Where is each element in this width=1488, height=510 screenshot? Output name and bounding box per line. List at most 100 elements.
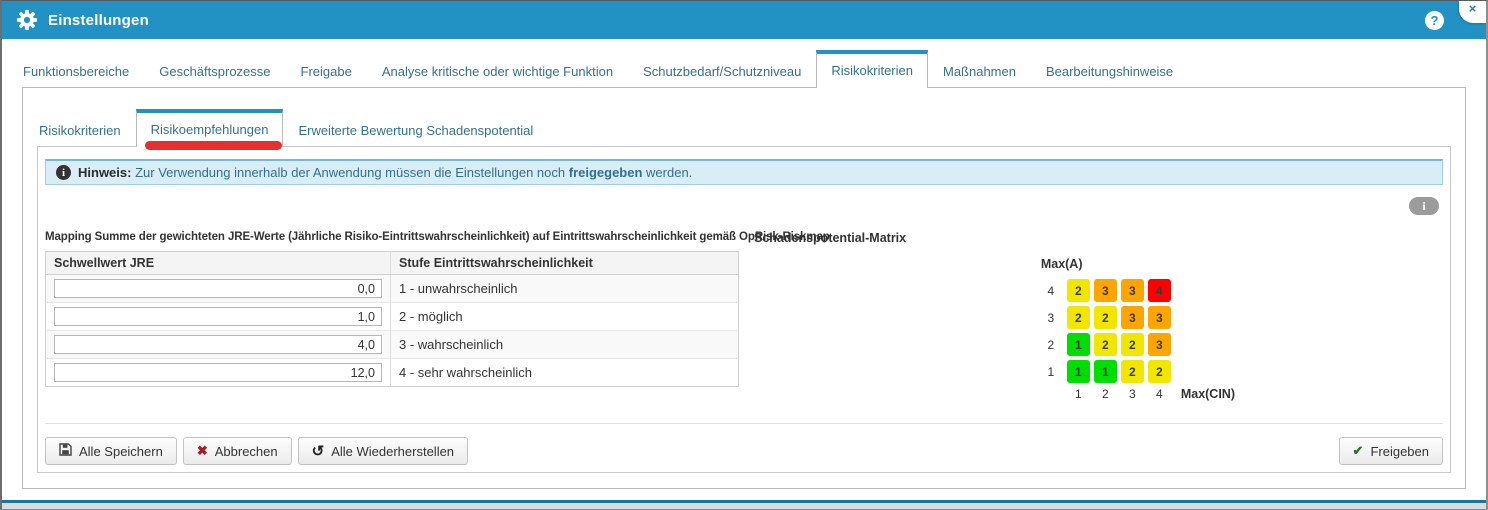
matrix-row: 42334 <box>1041 279 1235 302</box>
threshold-cell <box>46 303 391 331</box>
titlebar: Einstellungen ? <box>2 1 1486 39</box>
content-area: Mapping Summe der gewichteten JRE-Werte … <box>45 231 1443 405</box>
gear-icon <box>16 9 38 31</box>
matrix-x-axis-label: Max(CIN) <box>1181 387 1235 401</box>
probability-level-label: 1 - unwahrscheinlich <box>391 275 739 303</box>
matrix-row: 32233 <box>1041 306 1235 329</box>
matrix-cell: 2 <box>1121 333 1144 356</box>
threshold-cell <box>46 331 391 359</box>
tab-label: Funktionsbereiche <box>23 64 129 79</box>
matrix-col-label: 2 <box>1094 387 1117 401</box>
divider <box>45 423 1443 424</box>
info-circle-icon: i <box>56 165 71 180</box>
matrix-cell: 4 <box>1148 279 1171 302</box>
jre-threshold-input[interactable] <box>54 279 382 298</box>
matrix-row-label: 4 <box>1041 284 1061 298</box>
matrix-col-label: 3 <box>1121 387 1144 401</box>
matrix-row-label: 1 <box>1041 365 1061 379</box>
jre-mapping-table: Schwellwert JREStufe Eintrittswahrschein… <box>45 251 739 387</box>
probability-level-label: 4 - sehr wahrscheinlich <box>391 359 739 387</box>
matrix-cell: 1 <box>1067 333 1090 356</box>
main-tab-freigabe[interactable]: Freigabe <box>286 55 367 87</box>
release-button[interactable]: ✔ Freigeben <box>1339 437 1443 465</box>
action-bar: Alle Speichern ✖ Abbrechen ↺ Alle Wieder… <box>45 437 1443 465</box>
matrix-cell: 1 <box>1067 360 1090 383</box>
restore-all-button[interactable]: ↺ Alle Wiederherstellen <box>298 437 468 465</box>
restore-icon: ↺ <box>312 445 325 458</box>
matrix-cell: 3 <box>1121 279 1144 302</box>
mapping-section: Mapping Summe der gewichteten JRE-Werte … <box>45 231 745 405</box>
tab-label: Risikokriterien <box>39 123 121 138</box>
matrix-cell: 2 <box>1148 360 1171 383</box>
main-tab-funktionsbereiche[interactable]: Funktionsbereiche <box>8 55 144 87</box>
matrix-cell: 3 <box>1094 279 1117 302</box>
matrix-cell: 2 <box>1067 306 1090 329</box>
notice-text: Hinweis: Zur Verwendung innerhalb der An… <box>78 165 692 180</box>
tab-label: Maßnahmen <box>943 64 1016 79</box>
main-tab-bearbeitungshinweise[interactable]: Bearbeitungshinweise <box>1031 55 1188 87</box>
matrix-section: Schadenspotential-Matrix Max(A) 42334322… <box>745 231 1443 405</box>
tab-label: Geschäftsprozesse <box>159 64 270 79</box>
close-icon: × <box>1469 1 1477 23</box>
mapping-row: 2 - möglich <box>46 303 739 331</box>
close-button[interactable]: × <box>1459 1 1486 23</box>
matrix-cell: 2 <box>1121 360 1144 383</box>
settings-window: Einstellungen ? × Funktionsbereiche Gesch… <box>0 0 1488 510</box>
matrix-cell: 2 <box>1094 333 1117 356</box>
risikoempfehlungen-panel: i Hinweis: Zur Verwendung innerhalb der … <box>37 146 1451 473</box>
matrix-row: 11122 <box>1041 360 1235 383</box>
threshold-cell <box>46 275 391 303</box>
main-tab-risikokriterien[interactable]: Risikokriterien <box>816 50 928 88</box>
probability-level-label: 2 - möglich <box>391 303 739 331</box>
save-all-button[interactable]: Alle Speichern <box>45 437 177 465</box>
jre-threshold-input[interactable] <box>54 335 382 354</box>
matrix-row-label: 3 <box>1041 311 1061 325</box>
matrix-cell: 3 <box>1148 306 1171 329</box>
check-icon: ✔ <box>1353 443 1364 459</box>
main-tab-ma-nahmen[interactable]: Maßnahmen <box>928 55 1031 87</box>
info-button[interactable]: i <box>1409 197 1439 215</box>
sub-tab-bar: Risikokriterien Risikoempfehlungen Erweite… <box>23 112 1465 146</box>
tab-label: Bearbeitungshinweise <box>1046 64 1173 79</box>
jre-threshold-input[interactable] <box>54 363 382 382</box>
matrix-x-axis-row: 1234 Max(CIN) <box>1041 387 1235 401</box>
matrix-y-axis-label: Max(A) <box>1041 257 1235 271</box>
main-tab-schutzbedarf-schutzniveau[interactable]: Schutzbedarf/Schutzniveau <box>628 55 816 87</box>
mapping-title: Mapping Summe der gewichteten JRE-Werte … <box>45 231 745 243</box>
cancel-x-icon: ✖ <box>197 443 208 459</box>
damage-potential-matrix: Max(A) 423343223321223111221234Max(CIN) <box>1041 257 1235 401</box>
threshold-cell <box>46 359 391 387</box>
sub-tab-erweiterte-bewertung-schadenspotential[interactable]: Erweiterte Bewertung Schadenspotential <box>283 114 548 146</box>
matrix-title: Schadenspotential-Matrix <box>754 231 1443 245</box>
tab-label: Risikoempfehlungen <box>151 122 269 137</box>
main-tab-analyse-kritische-oder-wichtige-funktion[interactable]: Analyse kritische oder wichtige Funktion <box>367 55 628 87</box>
matrix-col-label: 1 <box>1067 387 1090 401</box>
matrix-cell: 1 <box>1094 360 1117 383</box>
tab-label: Risikokriterien <box>831 63 913 78</box>
red-highlight-annotation <box>145 141 283 150</box>
matrix-cell: 3 <box>1121 306 1144 329</box>
jre-threshold-input[interactable] <box>54 307 382 326</box>
probability-level-label: 3 - wahrscheinlich <box>391 331 739 359</box>
tab-label: Erweiterte Bewertung Schadenspotential <box>298 123 533 138</box>
tab-label: Analyse kritische oder wichtige Funktion <box>382 64 613 79</box>
matrix-row-label: 2 <box>1041 338 1061 352</box>
help-icon[interactable]: ? <box>1425 11 1444 30</box>
cancel-button[interactable]: ✖ Abbrechen <box>183 437 292 465</box>
matrix-cell: 2 <box>1094 306 1117 329</box>
main-tab-gesch-ftsprozesse[interactable]: Geschäftsprozesse <box>144 55 285 87</box>
matrix-col-label: 4 <box>1148 387 1171 401</box>
window-bottom-frame <box>2 500 1486 510</box>
mapping-row: 3 - wahrscheinlich <box>46 331 739 359</box>
notice-banner: i Hinweis: Zur Verwendung innerhalb der … <box>45 159 1443 185</box>
sub-tab-risikoempfehlungen[interactable]: Risikoempfehlungen <box>136 109 284 147</box>
main-tab-bar: Funktionsbereiche Geschäftsprozesse Freiga… <box>2 53 1486 87</box>
column-header: Stufe Eintrittswahrscheinlichkeit <box>391 252 739 275</box>
risikokriterien-panel: Risikokriterien Risikoempfehlungen Erweite… <box>22 87 1466 489</box>
column-header: Schwellwert JRE <box>46 252 391 275</box>
window-title: Einstellungen <box>48 12 149 29</box>
mapping-row: 1 - unwahrscheinlich <box>46 275 739 303</box>
sub-tab-risikokriterien[interactable]: Risikokriterien <box>24 114 136 146</box>
save-icon <box>59 443 72 459</box>
matrix-cell: 3 <box>1148 333 1171 356</box>
